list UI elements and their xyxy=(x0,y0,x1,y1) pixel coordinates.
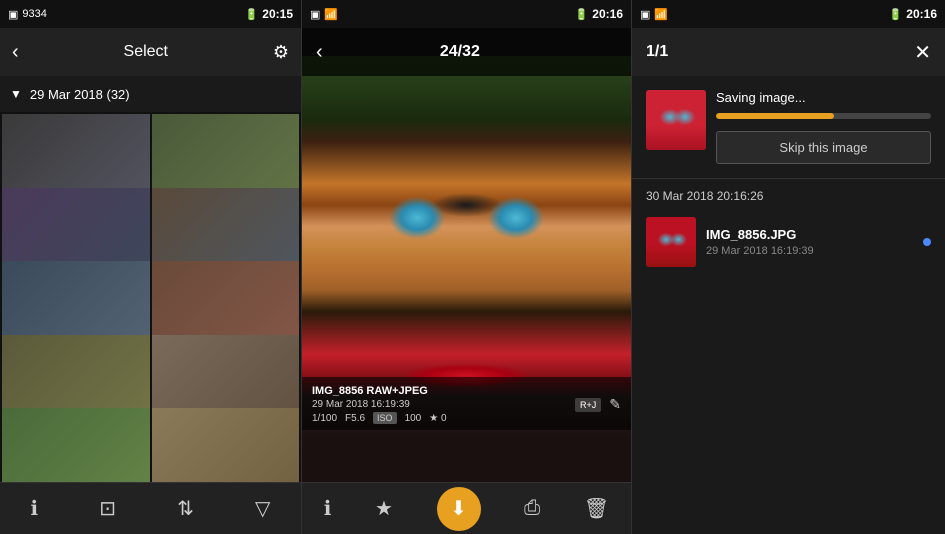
viewer-exif-row: 29 Mar 2018 16:19:39 xyxy=(312,399,447,410)
viewer-iso: 100 xyxy=(405,413,422,424)
viewer-trash-icon[interactable]: 🗑 xyxy=(584,496,609,521)
transfer-header: 1/1 ✕ xyxy=(632,28,945,76)
transfer-date-label: 30 Mar 2018 20:16:26 xyxy=(632,179,945,209)
gallery-grid: MP4 FHD MP4 FHD MP4 FHD MP4 FHD R+J R+J … xyxy=(0,112,301,482)
transfer-file-item[interactable]: IMG_8856.JPG 29 Mar 2018 16:19:39 xyxy=(632,209,945,275)
transfer-counter: 1/1 xyxy=(646,43,668,61)
viewer-counter: 24/32 xyxy=(440,43,480,61)
viewer-image-area[interactable]: IMG_8856 RAW+JPEG 29 Mar 2018 16:19:39 1… xyxy=(302,56,631,482)
status-left-icons: ▣ 📶 xyxy=(640,8,668,21)
transfer-file-name: IMG_8856.JPG xyxy=(706,227,913,242)
transfer-status-dot xyxy=(923,238,931,246)
viewer-back-button[interactable]: ‹ xyxy=(316,41,323,64)
viewer-exif-row2: 1/100 F5.6 ISO 100 ★ 0 xyxy=(312,412,447,424)
gallery-header: ‹ Select ⚙ xyxy=(0,28,301,76)
wifi-icon: 📶 xyxy=(654,8,668,21)
transfer-thumbnail xyxy=(646,90,706,150)
saving-status-label: Saving image... xyxy=(716,90,931,105)
signal-icon: ▣ xyxy=(640,8,650,21)
viewer-shutter: 1/100 xyxy=(312,413,337,424)
status-time: 20:16 xyxy=(906,7,937,21)
transfer-icon[interactable]: ⊡ xyxy=(99,496,116,521)
viewer-aperture: F5.6 xyxy=(345,413,365,424)
battery-icon: 🔋 xyxy=(889,8,903,21)
wifi-icon: 📶 xyxy=(324,8,338,21)
viewer-exif-info: IMG_8856 RAW+JPEG 29 Mar 2018 16:19:39 1… xyxy=(312,385,447,424)
gallery-panel: ▣ 9334 🔋 20:15 ‹ Select ⚙ ▼ 29 Mar 2018 … xyxy=(0,0,302,534)
transfer-file-thumbnail xyxy=(646,217,696,267)
sort-icon[interactable]: ⇅ xyxy=(177,496,194,521)
viewer-info-overlay: IMG_8856 RAW+JPEG 29 Mar 2018 16:19:39 1… xyxy=(302,377,631,430)
edit-icon[interactable]: ✎ xyxy=(609,396,621,413)
transfer-file-date: 29 Mar 2018 16:19:39 xyxy=(706,245,913,257)
status-left-icons: ▣ 9334 xyxy=(8,8,47,21)
viewer-bottom-bar: ℹ ★ ⬇ ⎙ 🗑 xyxy=(302,482,631,534)
thumbnail-item[interactable]: R+J xyxy=(2,408,150,482)
viewer-header: ‹ 24/32 xyxy=(302,28,631,76)
viewer-rj-badge: R+J xyxy=(575,398,601,412)
transfer-saving-row: Saving image... Skip this image xyxy=(646,90,931,164)
transfer-panel: ▣ 📶 🔋 20:16 1/1 ✕ Saving image... Skip t… xyxy=(632,0,945,534)
battery-icon: 🔋 xyxy=(575,8,589,21)
status-bar-transfer: ▣ 📶 🔋 20:16 xyxy=(632,0,945,28)
transfer-file-details: IMG_8856.JPG 29 Mar 2018 16:19:39 xyxy=(706,227,913,257)
viewer-download-button[interactable]: ⬇ xyxy=(437,487,481,531)
thumbnail-item[interactable] xyxy=(152,408,300,482)
skip-image-button[interactable]: Skip this image xyxy=(716,131,931,164)
back-button[interactable]: ‹ xyxy=(12,41,19,64)
status-bar-gallery: ▣ 9334 🔋 20:15 xyxy=(0,0,301,28)
gallery-date-row[interactable]: ▼ 29 Mar 2018 (32) xyxy=(0,76,301,112)
status-time: 20:16 xyxy=(592,7,623,21)
thumbnail-image xyxy=(152,408,300,482)
progress-bar-background xyxy=(716,113,931,119)
viewer-rating: ★ 0 xyxy=(429,413,446,424)
filter-icon[interactable]: ▽ xyxy=(255,496,270,521)
gallery-date-label: 29 Mar 2018 (32) xyxy=(30,87,130,102)
status-right-icons: 🔋 20:16 xyxy=(889,7,937,21)
status-time: 20:15 xyxy=(262,7,293,21)
viewer-panel: ▣ 📶 🔋 20:16 ‹ 24/32 IMG_8856 RAW+JPEG 29… xyxy=(302,0,632,534)
transfer-saving-info: Saving image... Skip this image xyxy=(716,90,931,164)
viewer-date: 29 Mar 2018 16:19:39 xyxy=(312,399,410,410)
status-right-icons: 🔋 20:15 xyxy=(245,7,293,21)
thumbnail-image xyxy=(2,408,150,482)
viewer-filename: IMG_8856 RAW+JPEG xyxy=(312,385,447,397)
signal-icon: ▣ xyxy=(310,8,320,21)
signal-icon: ▣ xyxy=(8,8,18,21)
viewer-share-icon[interactable]: ⎙ xyxy=(524,497,540,520)
gallery-bottom-bar: ℹ ⊡ ⇅ ▽ xyxy=(0,482,301,534)
expand-arrow-icon: ▼ xyxy=(10,87,22,101)
status-left-icons: ▣ 📶 xyxy=(310,8,338,21)
viewer-iso-badge: ISO xyxy=(373,412,397,424)
status-right-icons: 🔋 20:16 xyxy=(575,7,623,21)
status-text: 9334 xyxy=(22,8,46,20)
viewer-info-icon[interactable]: ℹ xyxy=(324,496,332,521)
close-icon[interactable]: ✕ xyxy=(914,40,931,65)
progress-bar-fill xyxy=(716,113,834,119)
status-bar-viewer: ▣ 📶 🔋 20:16 xyxy=(302,0,631,28)
transfer-saving-area: Saving image... Skip this image xyxy=(632,76,945,178)
battery-icon: 🔋 xyxy=(245,8,259,21)
settings-icon[interactable]: ⚙ xyxy=(273,42,289,63)
viewer-star-icon[interactable]: ★ xyxy=(375,496,393,521)
info-icon[interactable]: ℹ xyxy=(31,496,39,521)
viewer-info-right: R+J ✎ xyxy=(575,396,621,413)
select-label: Select xyxy=(124,43,168,61)
